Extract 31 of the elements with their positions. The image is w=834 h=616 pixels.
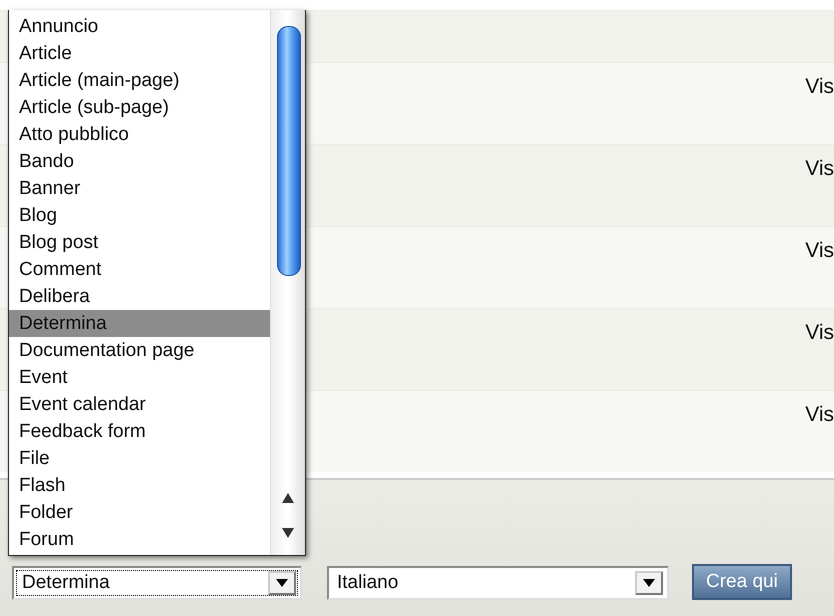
status-text: Vis: [805, 403, 834, 427]
dropdown-field[interactable]: Italiano: [327, 566, 669, 600]
dropdown-option[interactable]: Bando: [9, 148, 270, 175]
dropdown-option[interactable]: Event calendar: [9, 391, 270, 418]
dropdown-option[interactable]: Article (sub-page): [9, 94, 270, 121]
dropdown-option[interactable]: Banner: [9, 175, 270, 202]
dropdown-option[interactable]: Comment: [9, 256, 270, 283]
status-text: Vis: [805, 157, 834, 181]
dropdown-option[interactable]: Delibera: [9, 283, 270, 310]
dropdown-value: Determina: [22, 572, 111, 594]
dropdown-value: Italiano: [337, 572, 400, 594]
dropdown-option[interactable]: Article: [9, 40, 270, 67]
scrollbar-thumb[interactable]: [277, 26, 301, 276]
status-text: Vis: [805, 239, 834, 263]
dropdown-option[interactable]: Documentation page: [9, 337, 270, 364]
scrollbar[interactable]: [270, 10, 305, 555]
dropdown-option[interactable]: Forum: [9, 526, 270, 553]
dropdown-option[interactable]: File: [9, 445, 270, 472]
dropdown-option[interactable]: Annuncio: [9, 13, 270, 40]
dropdown-option[interactable]: Blog: [9, 202, 270, 229]
status-text: Vis: [805, 75, 834, 99]
dropdown-option[interactable]: Blog post: [9, 229, 270, 256]
dropdown-option[interactable]: Folder: [9, 499, 270, 526]
dropdown-option[interactable]: Determina: [9, 310, 270, 337]
dropdown-option[interactable]: Article (main-page): [9, 67, 270, 94]
status-text: Vis: [805, 321, 834, 345]
dropdown-option[interactable]: Feedback form: [9, 418, 270, 445]
dropdown-field[interactable]: Determina: [12, 566, 302, 600]
dropdown-option[interactable]: Event: [9, 364, 270, 391]
dropdown-option[interactable]: Flash: [9, 472, 270, 499]
dropdown-option[interactable]: Atto pubblico: [9, 121, 270, 148]
